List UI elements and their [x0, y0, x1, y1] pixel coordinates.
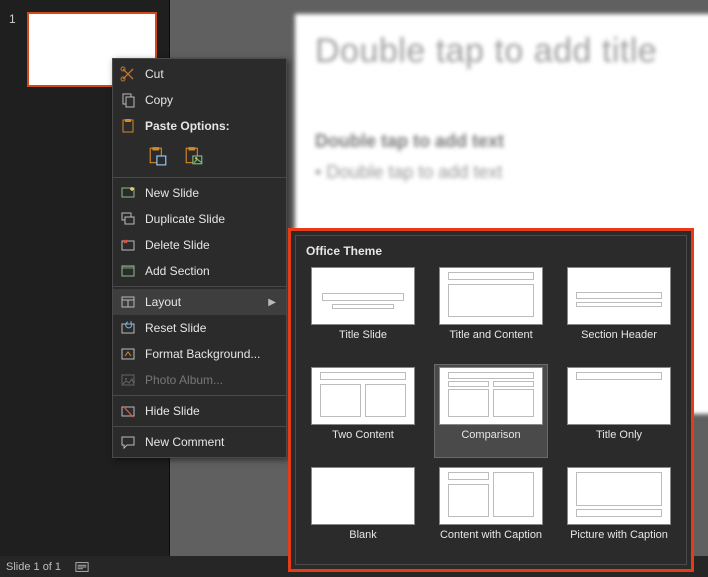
ctx-duplicate-slide-label: Duplicate Slide — [145, 212, 276, 226]
layout-icon — [119, 293, 137, 311]
duplicate-slide-icon — [119, 210, 137, 228]
photo-album-icon — [119, 371, 137, 389]
layout-option-two-content[interactable]: Two Content — [306, 364, 420, 458]
ctx-reset-slide-label: Reset Slide — [145, 321, 276, 335]
ctx-delete-slide[interactable]: Delete Slide — [113, 232, 286, 258]
ctx-delete-slide-label: Delete Slide — [145, 238, 276, 252]
text-placeholder-bullet[interactable]: • Double tap to add text — [315, 162, 708, 183]
ctx-cut[interactable]: Cut — [113, 61, 286, 87]
slide-number: 1 — [9, 12, 16, 26]
slide-context-menu: Cut Copy Paste Options: New Slide Duplic… — [112, 58, 287, 458]
layout-option-label: Title Only — [596, 429, 642, 455]
status-slide-count: Slide 1 of 1 — [6, 561, 61, 573]
ctx-format-background-label: Format Background... — [145, 347, 276, 361]
new-comment-icon — [119, 433, 137, 451]
ctx-hide-slide[interactable]: Hide Slide — [113, 398, 286, 424]
copy-icon — [119, 91, 137, 109]
layout-option-title-only[interactable]: Title Only — [562, 364, 676, 458]
ctx-new-comment-label: New Comment — [145, 435, 276, 449]
layout-option-blank[interactable]: Blank — [306, 464, 420, 558]
layout-option-label: Title and Content — [449, 329, 532, 355]
add-section-icon — [119, 262, 137, 280]
layout-option-section-header[interactable]: Section Header — [562, 264, 676, 358]
layout-option-comparison[interactable]: Comparison — [434, 364, 548, 458]
chevron-right-icon: ▶ — [268, 297, 276, 308]
ctx-reset-slide[interactable]: Reset Slide — [113, 315, 286, 341]
layout-option-label: Title Slide — [339, 329, 387, 355]
ctx-add-section[interactable]: Add Section — [113, 258, 286, 284]
new-slide-icon — [119, 184, 137, 202]
clipboard-icon — [119, 117, 137, 135]
paste-picture[interactable] — [181, 143, 207, 169]
layout-option-picture-with-caption[interactable]: Picture with Caption — [562, 464, 676, 558]
ctx-copy[interactable]: Copy — [113, 87, 286, 113]
layout-option-label: Section Header — [581, 329, 657, 355]
layout-option-label: Content with Caption — [440, 529, 542, 555]
hide-slide-icon — [119, 402, 137, 420]
layout-option-label: Comparison — [461, 429, 520, 455]
notes-icon[interactable] — [75, 560, 89, 574]
ctx-new-slide[interactable]: New Slide — [113, 180, 286, 206]
title-placeholder[interactable]: Double tap to add title — [315, 32, 708, 71]
layout-option-title-slide[interactable]: Title Slide — [306, 264, 420, 358]
layout-option-label: Picture with Caption — [570, 529, 668, 555]
paste-options-row — [113, 139, 286, 175]
text-placeholder-heading[interactable]: Double tap to add text — [315, 131, 708, 152]
scissors-icon — [119, 65, 137, 83]
ctx-separator — [113, 426, 286, 427]
layout-grid: Title Slide Title and Content Section Head… — [306, 264, 676, 558]
ctx-separator — [113, 177, 286, 178]
ctx-format-background[interactable]: Format Background... — [113, 341, 286, 367]
layout-flyout: Office Theme Title Slide Title and Conten… — [295, 235, 687, 565]
layout-option-title-and-content[interactable]: Title and Content — [434, 264, 548, 358]
ctx-paste-options: Paste Options: — [113, 113, 286, 139]
ctx-layout[interactable]: Layout ▶ — [113, 289, 286, 315]
ctx-new-comment[interactable]: New Comment — [113, 429, 286, 455]
layout-flyout-heading: Office Theme — [306, 244, 676, 258]
ctx-duplicate-slide[interactable]: Duplicate Slide — [113, 206, 286, 232]
ctx-separator — [113, 395, 286, 396]
ctx-hide-slide-label: Hide Slide — [145, 404, 276, 418]
delete-slide-icon — [119, 236, 137, 254]
format-background-icon — [119, 345, 137, 363]
reset-slide-icon — [119, 319, 137, 337]
ctx-photo-album-label: Photo Album... — [145, 373, 276, 387]
ctx-copy-label: Copy — [145, 93, 276, 107]
ctx-cut-label: Cut — [145, 67, 276, 81]
ctx-photo-album: Photo Album... — [113, 367, 286, 393]
layout-option-content-with-caption[interactable]: Content with Caption — [434, 464, 548, 558]
ctx-paste-options-label: Paste Options: — [145, 119, 276, 133]
ctx-add-section-label: Add Section — [145, 264, 276, 278]
layout-option-label: Blank — [349, 529, 377, 555]
ctx-separator — [113, 286, 286, 287]
ctx-layout-label: Layout — [145, 295, 260, 309]
paste-use-destination-theme[interactable] — [145, 143, 171, 169]
layout-option-label: Two Content — [332, 429, 394, 455]
layout-flyout-highlight: Office Theme Title Slide Title and Conten… — [288, 228, 694, 572]
ctx-new-slide-label: New Slide — [145, 186, 276, 200]
